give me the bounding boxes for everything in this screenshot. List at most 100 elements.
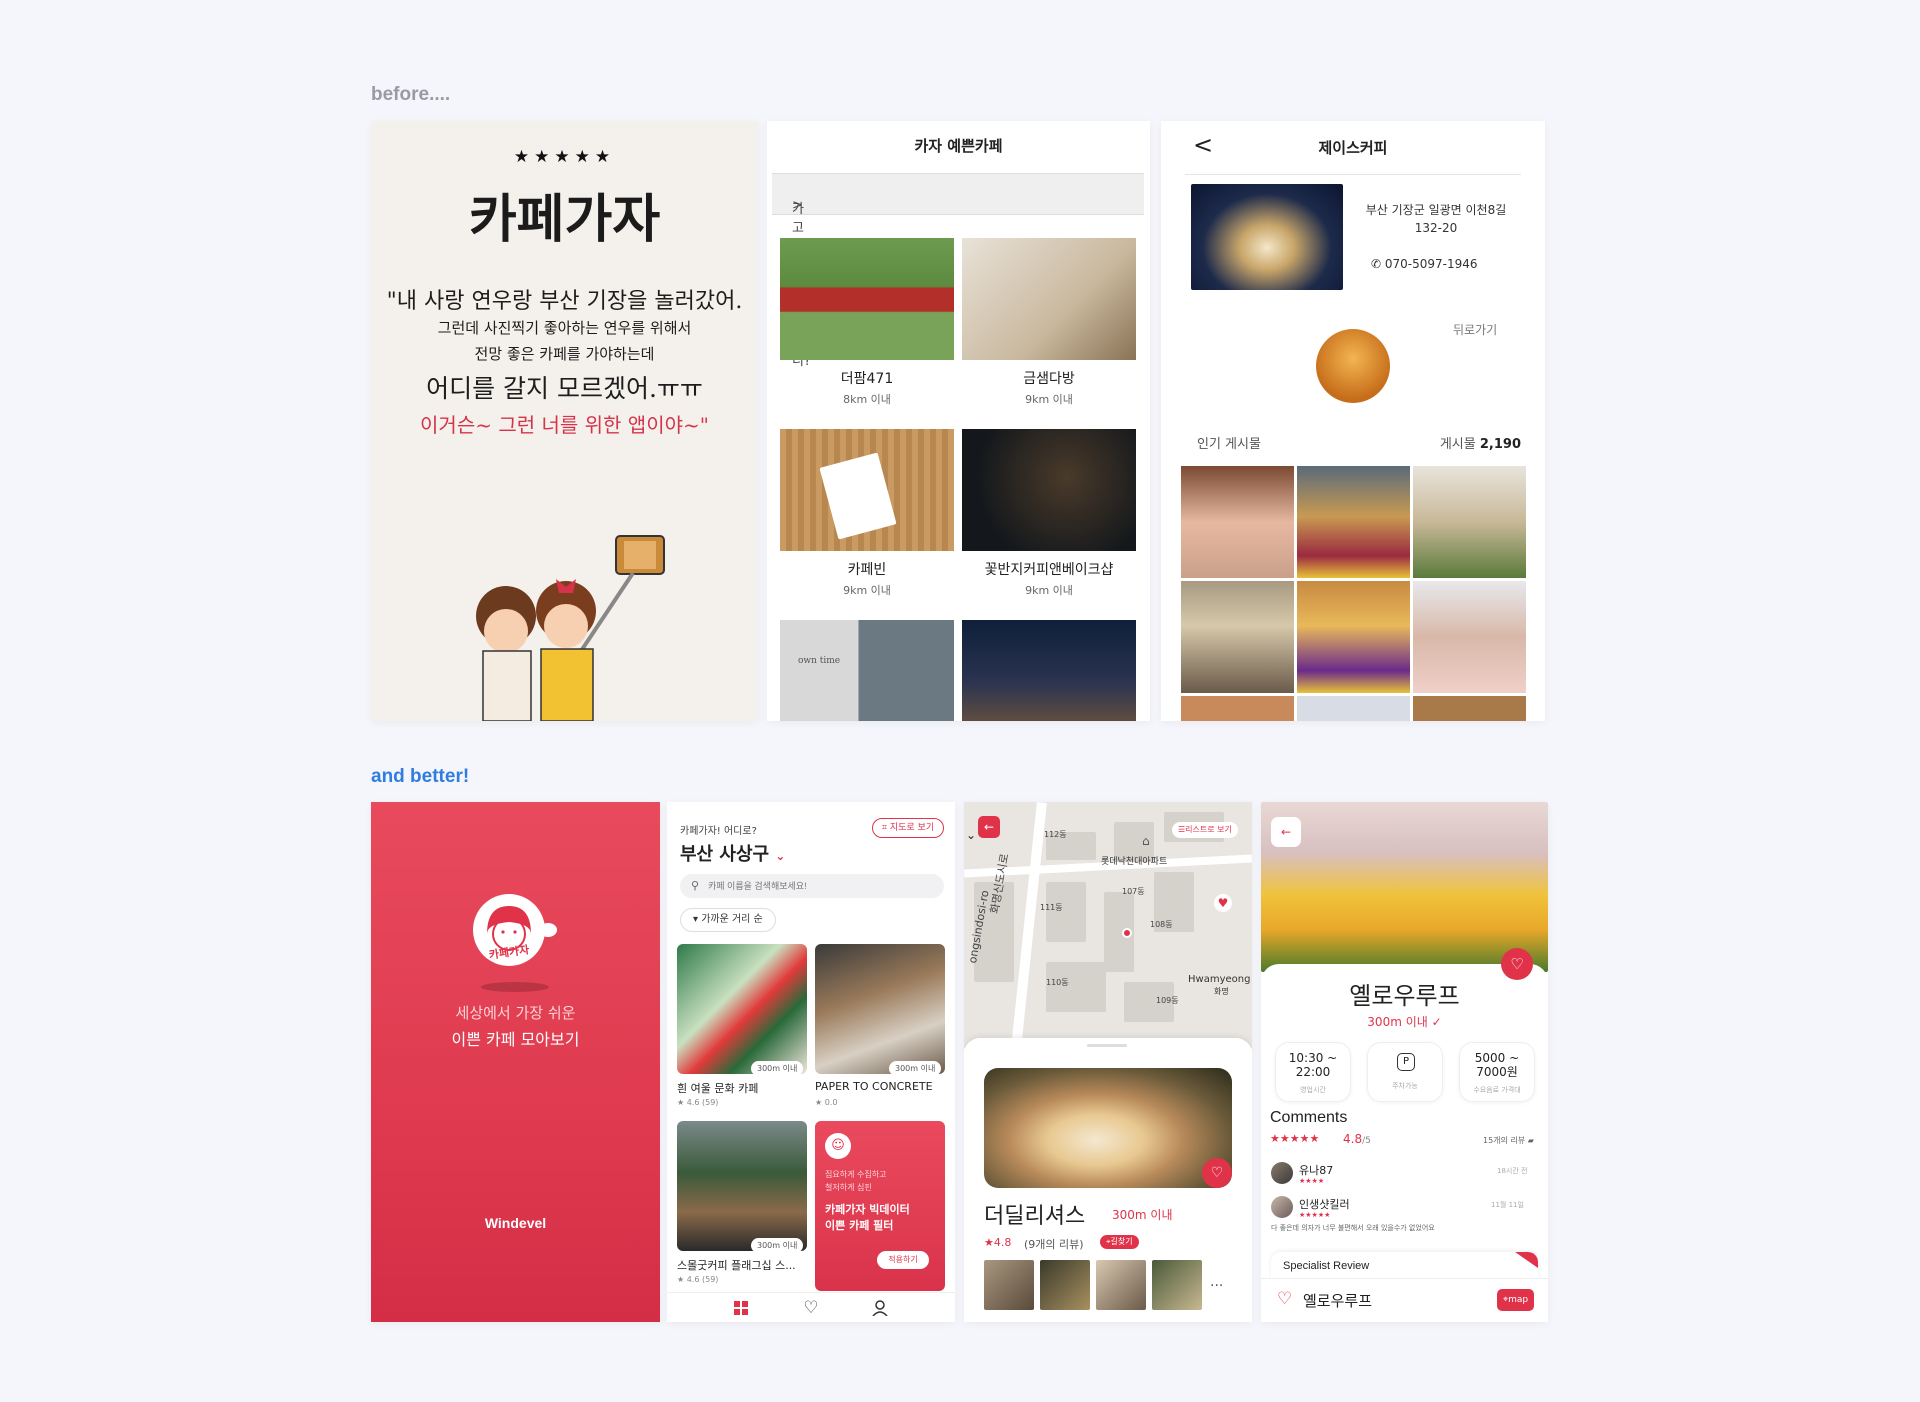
girl-face-icon: ☺ xyxy=(825,1133,851,1159)
post-thumbnail[interactable] xyxy=(1297,696,1410,721)
cafe-thumbnail[interactable] xyxy=(1040,1260,1090,1310)
post-thumbnail[interactable] xyxy=(1413,581,1526,693)
price-label: 수요음료 가격대 xyxy=(1473,1086,1521,1094)
post-thumbnail[interactable] xyxy=(1181,466,1294,578)
cafe-photo[interactable] xyxy=(962,620,1136,721)
detail-footer: ♡ 옐로우루프 ⌖map xyxy=(1261,1278,1548,1322)
sheet-handle[interactable] xyxy=(1087,1044,1127,1047)
cafe-name: 옐로우루프 xyxy=(1349,982,1460,1010)
cafe-card-image[interactable] xyxy=(677,944,807,1074)
promo-banner[interactable]: ☺ 집요하게 수집하고 철저하게 심핀 카페가자 빅데이터 이쁜 카페 필터 적… xyxy=(815,1121,945,1291)
cafe-hero-photo xyxy=(1261,802,1548,972)
location-selector[interactable]: 부산 사상구 ⌄ xyxy=(680,840,785,866)
post-thumbnail[interactable] xyxy=(1413,696,1526,721)
cafe-bottom-sheet[interactable]: ♡ 더딜리셔스 300m 이내 ★4.8 (9개의 리뷰) ⌖길찾기 ... xyxy=(964,1038,1252,1322)
cafe-photo xyxy=(1191,184,1343,290)
page-title: 제이스커피 xyxy=(1318,139,1388,157)
cafe-thumbnail[interactable] xyxy=(984,1260,1034,1310)
user-icon[interactable] xyxy=(871,1299,889,1317)
back-arrow-icon[interactable]: ← xyxy=(1271,817,1301,847)
review-count[interactable]: 15개의 리뷰 ▰ xyxy=(1483,1135,1534,1146)
map-view[interactable]: 112동 롯데낙천대아파트 107동 111동 108동 110동 109동 H… xyxy=(964,802,1252,1048)
post-thumbnail[interactable] xyxy=(1297,466,1410,578)
sort-dropdown[interactable]: ▾ 가까운 거리 순 xyxy=(680,908,776,932)
list-view-button[interactable]: ☰리스트로 보기 xyxy=(1172,822,1238,838)
map-button[interactable]: ⌖map xyxy=(1497,1289,1535,1311)
cafe-name[interactable]: 카페빈 xyxy=(780,559,954,579)
back-arrow-icon[interactable]: ← xyxy=(978,816,1000,838)
header-question: 카페가자! 어디로? xyxy=(680,826,757,837)
back-link[interactable]: 뒤로가기 xyxy=(1453,321,1497,338)
cafe-card-image[interactable] xyxy=(815,944,945,1074)
company-logo: Windevel xyxy=(484,1215,547,1231)
hours-info: 10:30 ~ 22:00 영업시간 xyxy=(1275,1042,1351,1102)
cafe-phone[interactable]: ✆ 070-5097-1946 xyxy=(1371,257,1478,271)
before-label: before.... xyxy=(371,84,451,105)
avatar xyxy=(1271,1162,1293,1184)
popular-posts-label: 인기 게시물 xyxy=(1197,437,1261,452)
cafe-distance: 300m 이내 ✓ xyxy=(1367,1015,1442,1029)
review-user: 인생샷킬러 xyxy=(1299,1198,1350,1211)
specialist-review-title: Specialist Review xyxy=(1283,1260,1370,1272)
divider xyxy=(1185,174,1521,175)
post-thumbnail[interactable] xyxy=(1297,581,1410,693)
grid-icon[interactable] xyxy=(733,1300,749,1316)
cafe-card-image[interactable] xyxy=(677,1121,807,1251)
cafe-name[interactable]: 금샘다방 xyxy=(962,368,1136,388)
map-label: 108동 xyxy=(1150,920,1173,929)
cafe-name[interactable]: PAPER TO CONCRETE xyxy=(815,1080,933,1093)
cafe-photo[interactable] xyxy=(780,238,954,360)
cafe-rating: ★ 0.0 xyxy=(815,1098,838,1107)
avatar xyxy=(1271,1196,1293,1218)
cafe-rating: ★ 4.6 (59) xyxy=(677,1275,719,1284)
specialist-review-tab[interactable]: Specialist Review xyxy=(1271,1252,1538,1278)
cafe-thumbnail[interactable] xyxy=(1096,1260,1146,1310)
post-thumbnail[interactable] xyxy=(1181,696,1294,721)
apply-filter-button[interactable]: 적용하기 xyxy=(877,1251,929,1269)
review-stars: ★★★★ xyxy=(1299,1177,1325,1185)
cafe-thumbnail[interactable] xyxy=(1152,1260,1202,1310)
heart-icon[interactable]: ♡ xyxy=(802,1298,820,1318)
map-view-button[interactable]: ⌗ 지도로 보기 xyxy=(872,818,944,838)
search-input[interactable] xyxy=(680,874,944,898)
tagline-1: 세상에서 가장 쉬운 xyxy=(455,1004,576,1022)
cafe-photo[interactable]: own time xyxy=(780,620,954,721)
home-marker-icon: ⌂ xyxy=(1142,834,1150,848)
after-splash-screen: 카페가자 세상에서 가장 쉬운 이쁜 카페 모아보기 Windevel xyxy=(371,802,660,1322)
ribbon-decoration xyxy=(1494,1252,1538,1272)
menu-card-image xyxy=(819,452,897,540)
heart-icon[interactable]: ♡ xyxy=(1202,1158,1232,1188)
search-icon: ⚲ xyxy=(691,879,700,892)
heart-marker-icon[interactable]: ♥ xyxy=(1214,894,1232,912)
intro-line-2: 그런데 사진찍기 좋아하는 연우를 위해서 xyxy=(437,319,692,337)
cafe-name[interactable]: 스몰굿커피 플래그십 스... xyxy=(677,1257,796,1273)
cafe-name[interactable]: 흰 여울 문화 카페 xyxy=(677,1080,758,1096)
directions-button[interactable]: ⌖길찾기 xyxy=(1100,1235,1139,1249)
bottom-nav: ♡ xyxy=(667,1292,955,1322)
cafe-name[interactable]: 더팜471 xyxy=(780,368,954,388)
before-splash-screen: ★★★★★ 카페가자 "내 사랑 연우랑 부산 기장을 놀러갔어. 그런데 사진… xyxy=(371,121,758,721)
app-logo: 카페가자 xyxy=(473,894,545,966)
post-thumbnail[interactable] xyxy=(1413,466,1526,578)
promo-line-1: 집요하게 수집하고 xyxy=(825,1170,887,1179)
region-selector[interactable]: 가고 싶은 지역이 있니? > xyxy=(772,173,1144,369)
heart-icon[interactable]: ♡ xyxy=(1277,1289,1292,1309)
rating-stars: ★★★★★ xyxy=(1270,1132,1320,1145)
cafe-distance: 9km 이내 xyxy=(1025,393,1073,406)
cafe-name[interactable]: 꽃반지커피앤베이크샵 xyxy=(962,559,1136,579)
parking-label: 주차가능 xyxy=(1392,1082,1418,1090)
more-photos-button[interactable]: ... xyxy=(1210,1274,1223,1290)
tagline-2: 이쁜 카페 모아보기 xyxy=(451,1030,580,1049)
after-label: and better! xyxy=(371,766,470,787)
post-thumbnail[interactable] xyxy=(1181,581,1294,693)
distance-tag: 300m 이내 xyxy=(751,1238,804,1253)
map-label: 107동 xyxy=(1122,887,1145,896)
cafe-photo[interactable] xyxy=(780,429,954,551)
cafe-photo xyxy=(984,1068,1232,1188)
chevron-down-icon[interactable]: ⌄ xyxy=(966,828,976,842)
cafe-photo[interactable] xyxy=(962,429,1136,551)
rating-score: 4.8/5 xyxy=(1343,1132,1371,1146)
comments-title: Comments xyxy=(1270,1109,1348,1126)
cafe-photo[interactable] xyxy=(962,238,1136,360)
check-icon: ✓ xyxy=(1431,1015,1442,1029)
